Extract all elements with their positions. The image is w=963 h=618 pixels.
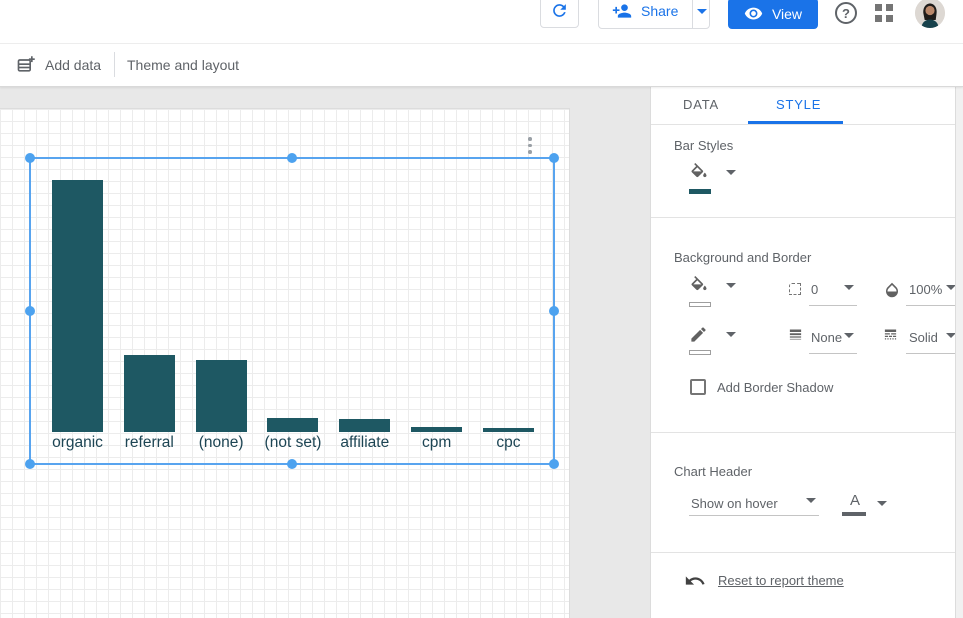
corner-radius-dropdown-icon[interactable] bbox=[844, 285, 854, 290]
border-shadow-checkbox[interactable] bbox=[690, 379, 706, 395]
chart-selection-frame[interactable] bbox=[29, 157, 555, 465]
add-data-icon bbox=[16, 55, 36, 75]
bar-styles-title: Bar Styles bbox=[674, 138, 733, 153]
border-style-icon bbox=[883, 327, 903, 347]
properties-panel: DATA STYLE Bar Styles Background and Bor… bbox=[650, 86, 963, 618]
resize-handle-middle-right[interactable] bbox=[549, 306, 559, 316]
chart-header-title: Chart Header bbox=[674, 464, 752, 479]
theme-and-layout-label: Theme and layout bbox=[127, 57, 239, 73]
user-avatar[interactable] bbox=[915, 0, 945, 28]
avatar-image bbox=[915, 0, 945, 28]
chart-header-mode-underline bbox=[689, 515, 819, 516]
bar-fill-color-button[interactable] bbox=[689, 163, 709, 183]
corner-radius-value[interactable]: 0 bbox=[811, 282, 818, 297]
resize-handle-bottom-left[interactable] bbox=[25, 459, 35, 469]
chart-header-mode-select[interactable]: Show on hover bbox=[691, 496, 778, 511]
add-data-label: Add data bbox=[45, 57, 101, 73]
apps-grid-button[interactable] bbox=[875, 4, 893, 22]
background-color-dropdown-icon[interactable] bbox=[726, 283, 736, 288]
undo-icon bbox=[684, 570, 704, 590]
bar-color-dropdown-icon[interactable] bbox=[726, 170, 736, 175]
border-color-swatch bbox=[689, 350, 711, 355]
edit-toolbar: Add data Theme and layout bbox=[0, 43, 963, 87]
share-dropdown-icon[interactable] bbox=[697, 9, 707, 14]
resize-handle-top-middle[interactable] bbox=[287, 153, 297, 163]
share-label: Share bbox=[641, 3, 678, 19]
chart-options-kebab-icon[interactable] bbox=[526, 137, 534, 157]
person-add-icon bbox=[612, 1, 632, 21]
view-label: View bbox=[772, 6, 802, 22]
panel-divider bbox=[651, 432, 963, 433]
resize-handle-top-right[interactable] bbox=[549, 153, 559, 163]
opacity-icon bbox=[883, 281, 903, 301]
help-glyph: ? bbox=[842, 6, 850, 21]
header-font-color-swatch bbox=[842, 512, 866, 516]
background-color-swatch bbox=[689, 302, 711, 307]
corner-radius-icon bbox=[789, 283, 801, 295]
panel-divider bbox=[651, 217, 963, 218]
top-app-bar: Share View ? bbox=[0, 0, 963, 44]
border-weight-icon bbox=[788, 327, 808, 347]
refresh-icon bbox=[550, 1, 569, 20]
share-button[interactable]: Share bbox=[598, 0, 710, 29]
resize-handle-middle-left[interactable] bbox=[25, 306, 35, 316]
border-weight-value[interactable]: None bbox=[811, 330, 842, 345]
eye-icon bbox=[744, 4, 763, 23]
bar-color-swatch bbox=[689, 189, 711, 194]
resize-handle-top-left[interactable] bbox=[25, 153, 35, 163]
corner-radius-underline bbox=[809, 305, 857, 306]
pencil-icon bbox=[689, 325, 708, 344]
border-color-dropdown-icon[interactable] bbox=[726, 332, 736, 337]
panel-divider bbox=[651, 124, 963, 125]
border-shadow-label: Add Border Shadow bbox=[717, 380, 833, 395]
panel-divider bbox=[651, 552, 963, 553]
theme-and-layout-button[interactable]: Theme and layout bbox=[127, 43, 239, 86]
share-split-divider bbox=[692, 0, 693, 28]
resize-handle-bottom-right[interactable] bbox=[549, 459, 559, 469]
view-button[interactable]: View bbox=[728, 0, 818, 29]
chart-header-mode-dropdown-icon[interactable] bbox=[806, 498, 816, 503]
paint-bucket-icon bbox=[689, 276, 709, 296]
opacity-underline bbox=[906, 305, 956, 306]
report-canvas[interactable]: organicreferral(none)(not set)affiliatec… bbox=[0, 108, 570, 618]
border-weight-dropdown-icon[interactable] bbox=[844, 333, 854, 338]
tab-style[interactable]: STYLE bbox=[776, 97, 821, 112]
header-font-color-button[interactable]: A bbox=[850, 492, 860, 509]
tab-data[interactable]: DATA bbox=[683, 97, 719, 112]
background-color-button[interactable] bbox=[689, 276, 709, 296]
refresh-button[interactable] bbox=[540, 0, 579, 28]
help-button[interactable]: ? bbox=[835, 2, 857, 24]
reset-to-report-theme-link[interactable]: Reset to report theme bbox=[718, 573, 844, 588]
border-style-value[interactable]: Solid bbox=[909, 330, 938, 345]
resize-handle-bottom-middle[interactable] bbox=[287, 459, 297, 469]
toolbar-separator bbox=[114, 52, 115, 77]
background-border-title: Background and Border bbox=[674, 250, 811, 265]
border-color-button[interactable] bbox=[689, 325, 709, 345]
add-data-button[interactable]: Add data bbox=[16, 43, 101, 86]
panel-scrollbar[interactable] bbox=[955, 86, 963, 618]
paint-bucket-icon bbox=[689, 163, 709, 183]
header-font-dropdown-icon[interactable] bbox=[877, 501, 887, 506]
border-weight-underline bbox=[809, 353, 857, 354]
border-style-underline bbox=[906, 353, 956, 354]
opacity-value[interactable]: 100% bbox=[909, 282, 942, 297]
